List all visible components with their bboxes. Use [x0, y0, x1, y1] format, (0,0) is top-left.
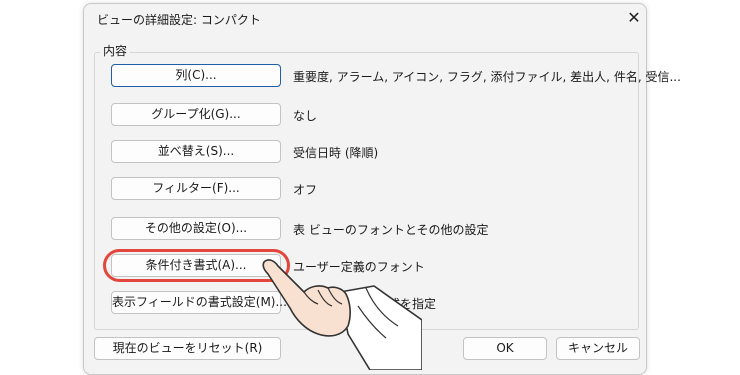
cancel-button[interactable]: キャンセル	[556, 337, 640, 360]
ok-button[interactable]: OK	[463, 337, 547, 360]
reset-view-button[interactable]: 現在のビューをリセット(R)	[94, 337, 281, 360]
dialog-title: ビューの詳細設定: コンパクト	[97, 13, 261, 27]
conditional-format-button[interactable]: 条件付き書式(A)...	[111, 254, 281, 277]
filter-value: オフ	[293, 183, 318, 197]
filter-button[interactable]: フィルター(F)...	[111, 177, 281, 200]
close-icon[interactable]: ✕	[624, 8, 644, 28]
sort-button[interactable]: 並べ替え(S)...	[111, 140, 281, 163]
group-by-button[interactable]: グループ化(G)...	[111, 103, 281, 126]
other-settings-value: 表 ビューのフォントとその他の設定	[293, 223, 489, 237]
other-settings-button[interactable]: その他の設定(O)...	[111, 217, 281, 240]
group-label: 内容	[100, 42, 131, 59]
pointing-hand-icon	[262, 259, 422, 370]
columns-value: 重要度, アラーム, アイコン, フラグ, 添付ファイル, 差出人, 件名, 受…	[293, 70, 681, 84]
columns-button[interactable]: 列(C)...	[111, 64, 281, 87]
group-by-value: なし	[293, 109, 318, 123]
format-columns-button[interactable]: 表示フィールドの書式設定(M)...	[111, 291, 287, 314]
sort-value: 受信日時 (降順)	[293, 146, 379, 160]
